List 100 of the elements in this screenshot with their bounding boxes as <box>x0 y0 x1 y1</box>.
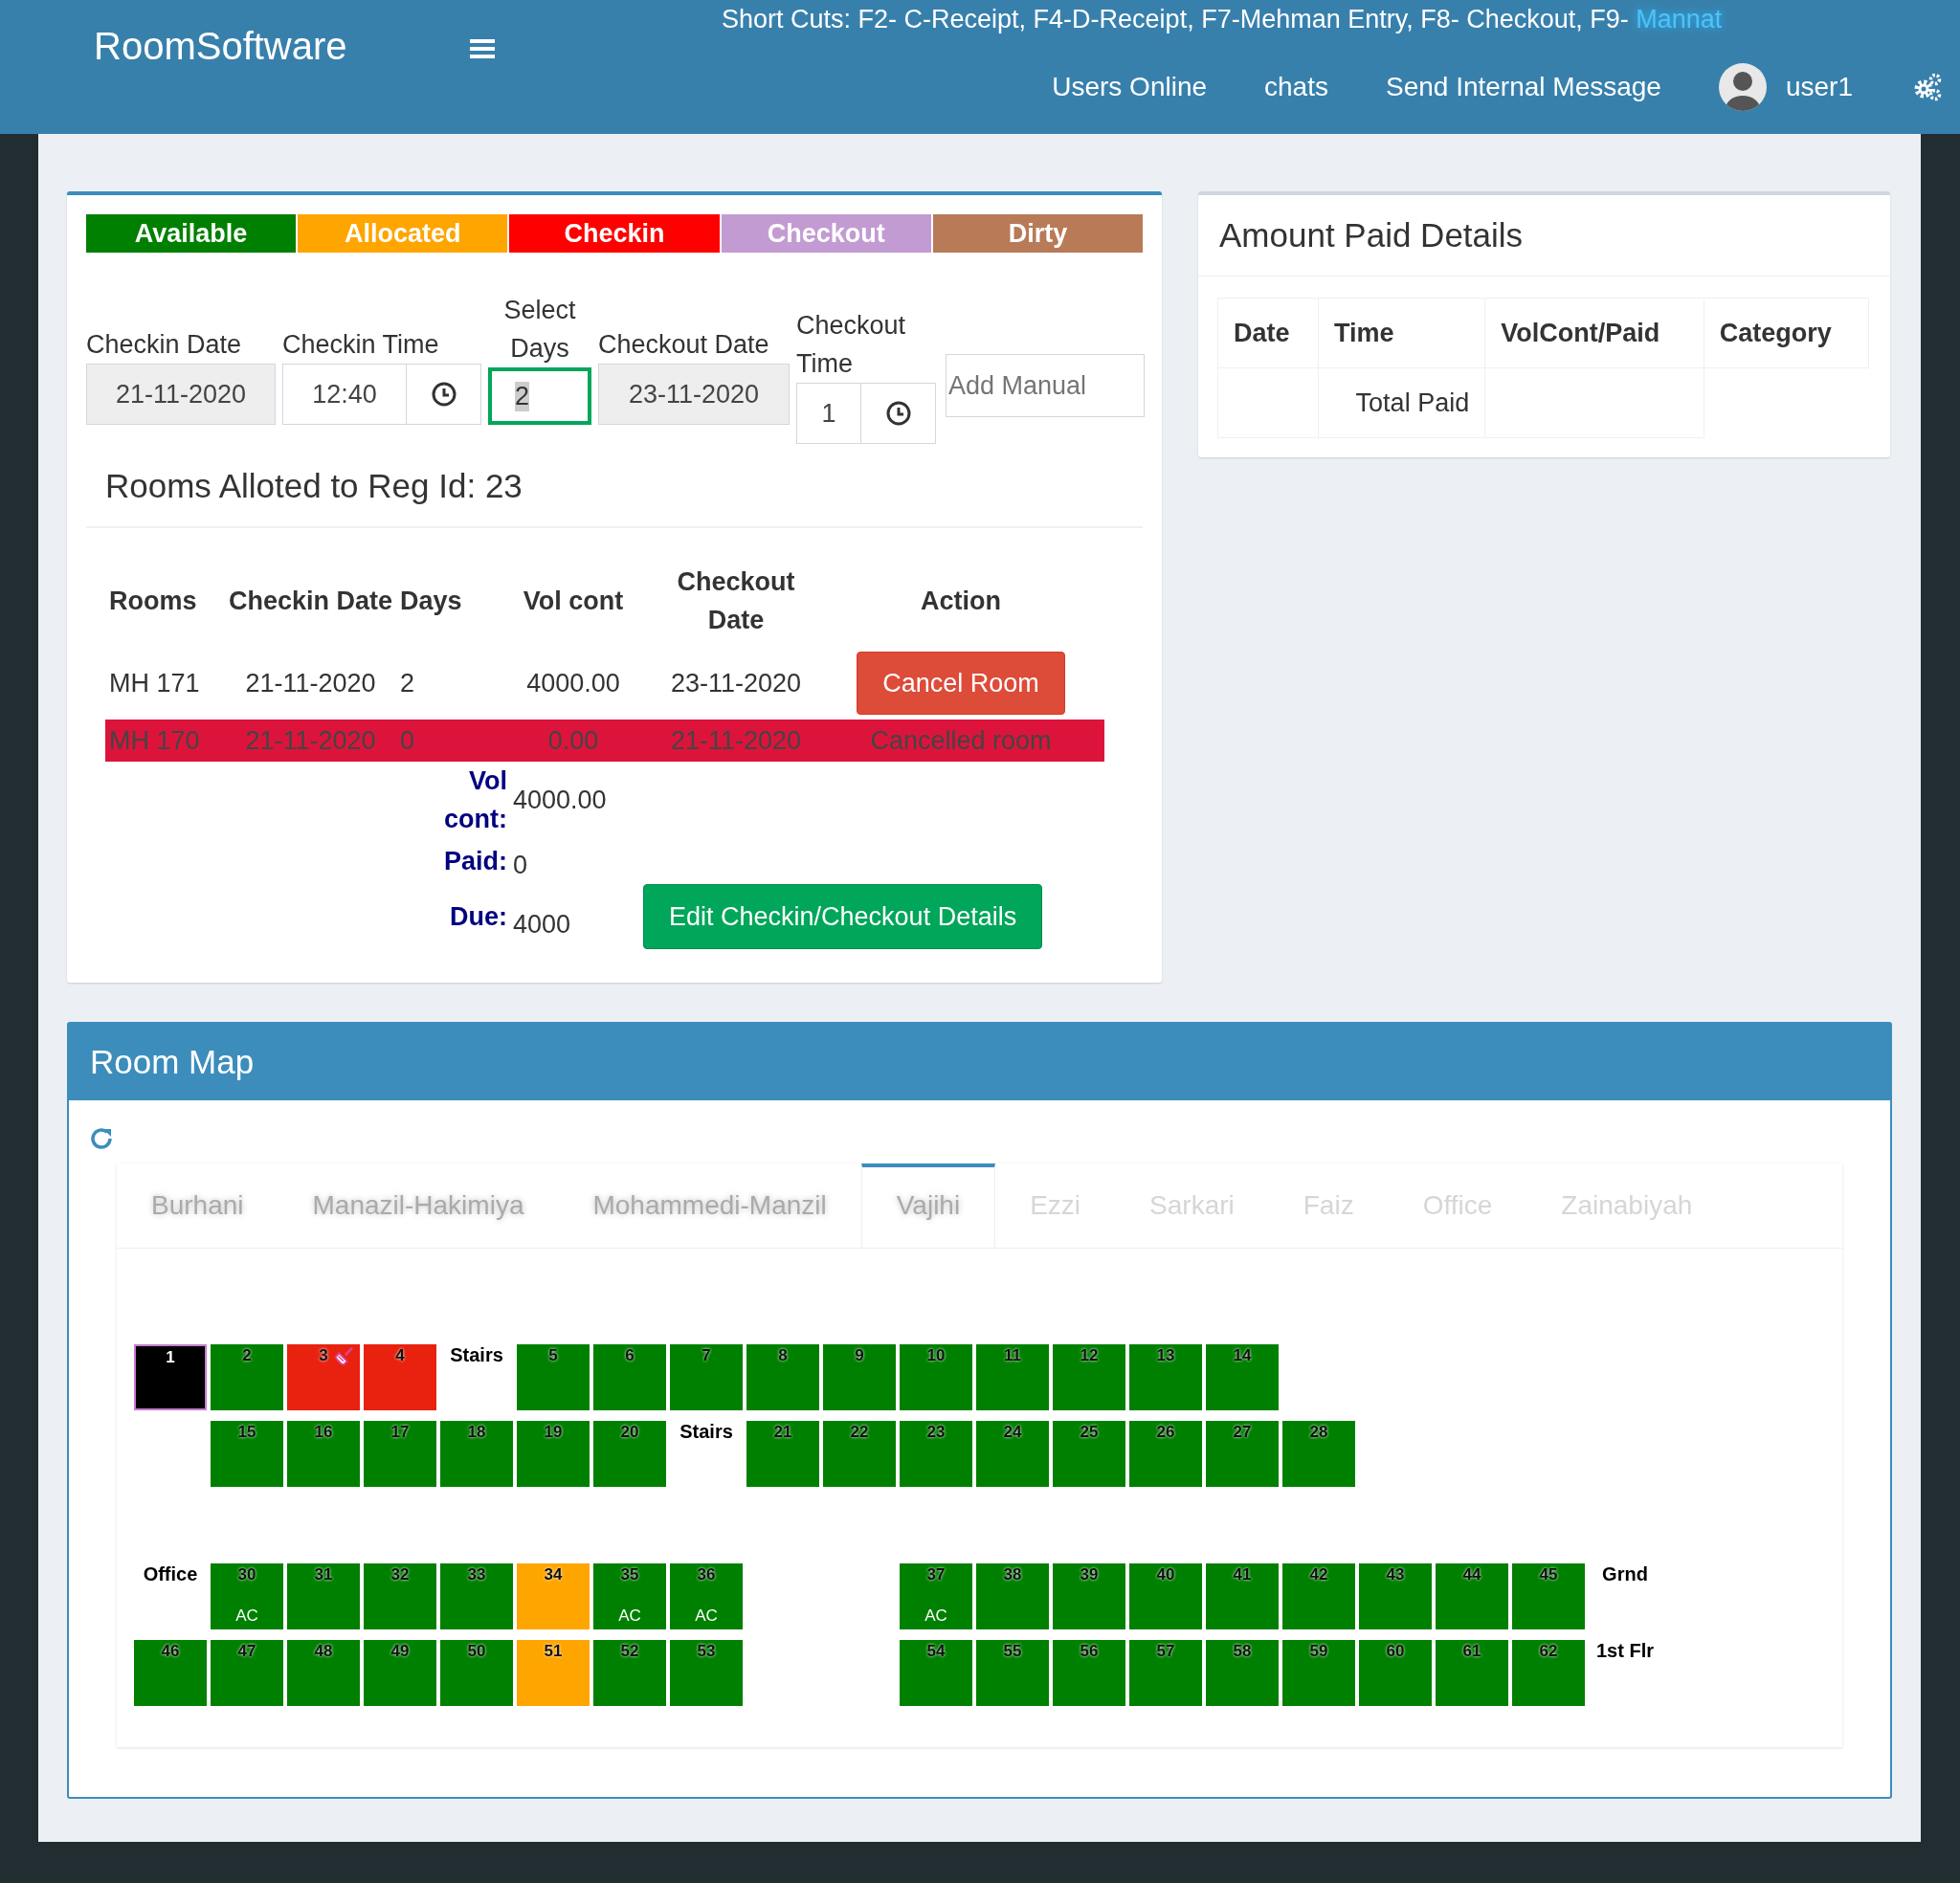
tab[interactable]: Manazil-Hakimiya <box>278 1163 559 1248</box>
room-tile[interactable]: 47 <box>211 1640 283 1706</box>
room-tile[interactable]: 9 <box>823 1344 896 1410</box>
room-tile[interactable]: 58 <box>1206 1640 1279 1706</box>
menu-icon[interactable] <box>469 38 495 59</box>
room-tile[interactable]: 22 <box>823 1421 896 1487</box>
room-tile[interactable]: 60 <box>1359 1640 1432 1706</box>
room-tile[interactable]: 15 <box>211 1421 283 1487</box>
room-tile[interactable]: 50 <box>440 1640 513 1706</box>
tab[interactable]: Burhani <box>117 1163 278 1248</box>
room-tile[interactable]: 18 <box>440 1421 513 1487</box>
clock-icon <box>884 400 912 427</box>
column-header: Vol cont <box>522 586 625 617</box>
room-tile[interactable]: 37 AC <box>900 1563 972 1629</box>
map-label: 1st Flr <box>1595 1640 1655 1663</box>
room-tile[interactable]: 21 <box>746 1421 819 1487</box>
room-tile[interactable]: 38 <box>976 1563 1049 1629</box>
room-tile[interactable]: 43 <box>1359 1563 1432 1629</box>
room-tile[interactable]: 61 <box>1436 1640 1508 1706</box>
legend-item: Checkin <box>509 214 720 253</box>
room-number: 38 <box>1003 1565 1022 1584</box>
manual-input[interactable]: Add Manual <box>946 354 1145 417</box>
room-tile[interactable]: 4 <box>364 1344 436 1410</box>
room-tile[interactable]: 49 <box>364 1640 436 1706</box>
room-tile[interactable]: 12 <box>1053 1344 1125 1410</box>
room-tile[interactable]: 27 <box>1206 1421 1279 1487</box>
time-field[interactable]: 1 <box>796 383 861 444</box>
room-tile[interactable]: 24 <box>976 1421 1049 1487</box>
room-tile[interactable]: 62 <box>1512 1640 1585 1706</box>
room-tile[interactable]: 51 <box>517 1640 590 1706</box>
room-tile[interactable]: 48 <box>287 1640 360 1706</box>
room-tile[interactable]: 44 <box>1436 1563 1508 1629</box>
room-number: 19 <box>544 1423 563 1442</box>
date-field[interactable]: 21-11-2020 <box>86 364 276 425</box>
room-tile[interactable]: 39 <box>1053 1563 1125 1629</box>
room-tile[interactable]: 45 <box>1512 1563 1585 1629</box>
brand-title[interactable]: RoomSoftware <box>94 25 347 68</box>
room-tile[interactable]: 30 AC <box>211 1563 283 1629</box>
room-tile[interactable]: 8 <box>746 1344 819 1410</box>
room-tile[interactable]: 53 <box>670 1640 743 1706</box>
room-tile[interactable]: 41 <box>1206 1563 1279 1629</box>
room-tile[interactable]: 16 <box>287 1421 360 1487</box>
room-tile[interactable]: 26 <box>1129 1421 1202 1487</box>
legend-item: Allocated <box>298 214 508 253</box>
room-tile[interactable]: 40 <box>1129 1563 1202 1629</box>
room-tile[interactable]: 32 <box>364 1563 436 1629</box>
room-number: 16 <box>314 1423 333 1442</box>
edit-details-button[interactable]: Edit Checkin/Checkout Details <box>643 884 1043 949</box>
room-tag: AC <box>924 1606 947 1626</box>
room-tile[interactable]: 23 <box>900 1421 972 1487</box>
room-tile[interactable]: 42 <box>1282 1563 1355 1629</box>
room-tile[interactable]: 55 <box>976 1640 1049 1706</box>
room-tile[interactable]: 35 AC <box>593 1563 666 1629</box>
room-number: 60 <box>1386 1642 1405 1661</box>
shortcut-link[interactable]: Mannat <box>1636 5 1723 33</box>
room-tile[interactable]: 56 <box>1053 1640 1125 1706</box>
room-tile[interactable]: 20 <box>593 1421 666 1487</box>
date-field[interactable]: 23-11-2020 <box>598 364 790 425</box>
room-tile[interactable]: 28 <box>1282 1421 1355 1487</box>
room-tile[interactable]: 57 <box>1129 1640 1202 1706</box>
room-tile[interactable]: 5 <box>517 1344 590 1410</box>
nav-link[interactable]: Send Internal Message <box>1386 72 1661 102</box>
user-name[interactable]: user1 <box>1785 72 1853 102</box>
legend-item: Available <box>86 214 297 253</box>
settings-icon[interactable] <box>1912 72 1943 102</box>
room-tile[interactable]: 14 <box>1206 1344 1279 1410</box>
room-tile[interactable]: 3 <box>287 1344 360 1410</box>
cancel-room-button[interactable]: Cancel Room <box>857 652 1065 715</box>
time-field[interactable]: 12:40 <box>282 364 407 425</box>
room-number: 49 <box>390 1642 410 1661</box>
tab[interactable]: Mohammedi-Manzil <box>558 1163 861 1248</box>
refresh-icon[interactable] <box>88 1125 115 1152</box>
room-tile[interactable]: 54 <box>900 1640 972 1706</box>
room-tile[interactable]: 17 <box>364 1421 436 1487</box>
room-tile[interactable]: 19 <box>517 1421 590 1487</box>
room-tile[interactable]: 59 <box>1282 1640 1355 1706</box>
room-tile[interactable]: 52 <box>593 1640 666 1706</box>
room-tile[interactable]: 6 <box>593 1344 666 1410</box>
room-tile[interactable]: 7 <box>670 1344 743 1410</box>
nav-link[interactable]: chats <box>1264 72 1328 102</box>
room-tile[interactable]: 46 <box>134 1640 207 1706</box>
days-field[interactable]: 2 <box>488 367 591 425</box>
tab[interactable]: Vajihi <box>860 1163 996 1248</box>
room-tile[interactable]: 34 <box>517 1563 590 1629</box>
room-tile[interactable]: 1 <box>134 1344 207 1410</box>
clock-button[interactable] <box>407 364 481 425</box>
room-tile[interactable]: 25 <box>1053 1421 1125 1487</box>
clock-button[interactable] <box>861 383 936 444</box>
room-number: 26 <box>1156 1423 1175 1442</box>
room-number: 50 <box>467 1642 486 1661</box>
avatar[interactable] <box>1718 63 1767 111</box>
room-tile[interactable]: 10 <box>900 1344 972 1410</box>
room-tile[interactable]: 2 <box>211 1344 283 1410</box>
room-tile[interactable]: 11 <box>976 1344 1049 1410</box>
room-number: 14 <box>1233 1346 1252 1365</box>
nav-link[interactable]: Users Online <box>1052 72 1208 102</box>
room-tile[interactable]: 33 <box>440 1563 513 1629</box>
room-tile[interactable]: 13 <box>1129 1344 1202 1410</box>
room-tile[interactable]: 31 <box>287 1563 360 1629</box>
room-tile[interactable]: 36 AC <box>670 1563 743 1629</box>
